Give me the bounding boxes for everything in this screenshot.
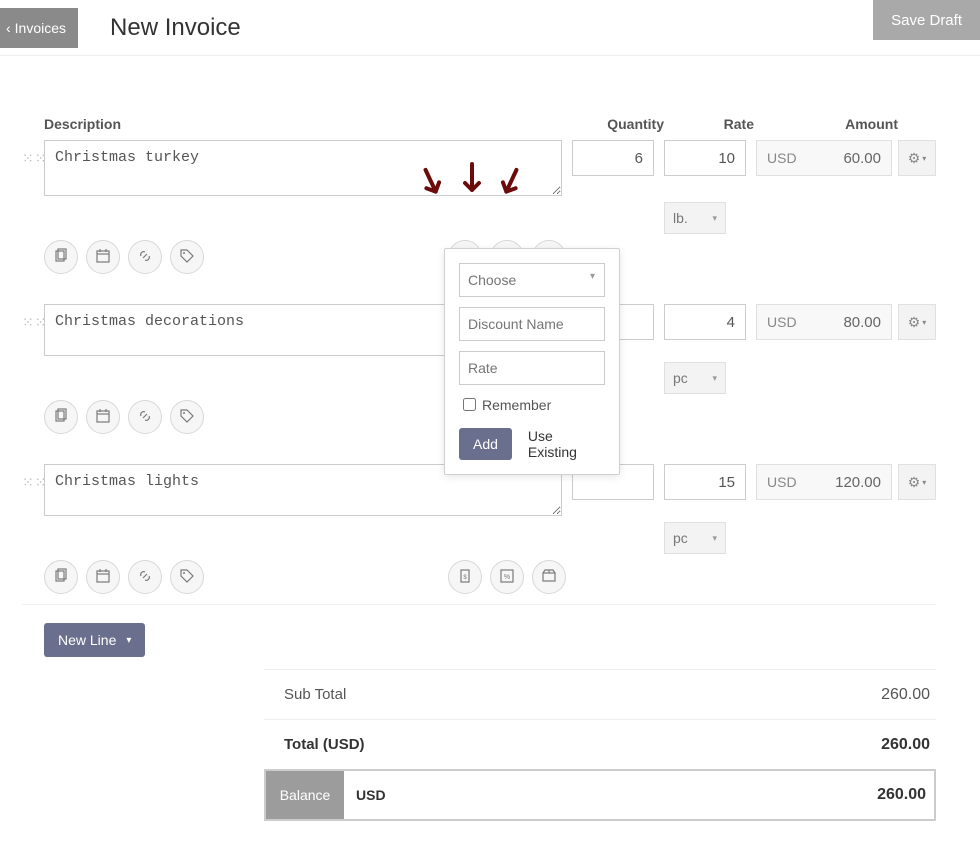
discount-button[interactable]: % bbox=[490, 560, 524, 594]
new-line-button[interactable]: New Line ▾ bbox=[44, 623, 145, 657]
receipt-icon: $ bbox=[457, 568, 473, 587]
currency-label: USD bbox=[767, 314, 797, 330]
total-value: 260.00 bbox=[881, 736, 930, 754]
caret-down-icon: ▾ bbox=[712, 213, 717, 224]
duplicate-line-button[interactable] bbox=[44, 240, 78, 274]
date-button[interactable] bbox=[86, 240, 120, 274]
caret-down-icon: ▾ bbox=[922, 318, 926, 327]
unit-select[interactable]: lb. ▾ bbox=[664, 202, 726, 234]
copy-icon bbox=[53, 568, 69, 587]
tag-icon bbox=[179, 408, 195, 427]
discount-popover: ▾ Remember Add Use Existing bbox=[444, 248, 620, 475]
col-header-quantity: Quantity bbox=[582, 116, 664, 132]
annotation-arrow-icon bbox=[460, 162, 484, 206]
subtotal-value: 260.00 bbox=[881, 686, 930, 704]
calendar-icon bbox=[95, 248, 111, 267]
copy-icon bbox=[53, 408, 69, 427]
svg-text:$: $ bbox=[463, 575, 467, 581]
tag-button[interactable] bbox=[170, 240, 204, 274]
duplicate-line-button[interactable] bbox=[44, 400, 78, 434]
description-input[interactable] bbox=[44, 140, 562, 196]
unit-select[interactable]: pc ▾ bbox=[664, 362, 726, 394]
back-invoices-button[interactable]: ‹ Invoices bbox=[0, 8, 78, 48]
back-label: Invoices bbox=[15, 20, 66, 36]
caret-down-icon: ▾ bbox=[590, 271, 595, 282]
box-icon bbox=[541, 568, 557, 587]
total-label: Total (USD) bbox=[284, 736, 881, 753]
gear-icon: ⚙ bbox=[908, 314, 921, 331]
unit-select[interactable]: pc ▾ bbox=[664, 522, 726, 554]
drag-handle-icon[interactable]: ⁙⁙ bbox=[22, 304, 44, 331]
tag-button[interactable] bbox=[170, 560, 204, 594]
svg-text:%: % bbox=[504, 574, 510, 581]
col-header-description: Description bbox=[44, 116, 582, 132]
discount-name-input[interactable] bbox=[459, 307, 605, 341]
balance-label: Balance bbox=[266, 771, 344, 819]
currency-label: USD bbox=[767, 474, 797, 490]
date-button[interactable] bbox=[86, 560, 120, 594]
discount-rate-input[interactable] bbox=[459, 351, 605, 385]
duplicate-line-button[interactable] bbox=[44, 560, 78, 594]
rate-input[interactable] bbox=[664, 140, 746, 176]
calendar-icon bbox=[95, 408, 111, 427]
caret-down-icon: ▾ bbox=[712, 533, 717, 544]
balance-currency: USD bbox=[356, 787, 386, 803]
link-button[interactable] bbox=[128, 560, 162, 594]
discount-choose-select[interactable] bbox=[459, 263, 605, 297]
remember-checkbox-label[interactable]: Remember bbox=[459, 395, 605, 414]
chevron-left-icon: ‹ bbox=[6, 20, 11, 36]
currency-label: USD bbox=[767, 150, 797, 166]
line-settings-button[interactable]: ⚙▾ bbox=[898, 140, 936, 176]
amount-value: 120.00 bbox=[835, 474, 881, 491]
link-icon bbox=[137, 568, 153, 587]
tag-button[interactable] bbox=[170, 400, 204, 434]
link-icon bbox=[137, 408, 153, 427]
date-button[interactable] bbox=[86, 400, 120, 434]
line-settings-button[interactable]: ⚙▾ bbox=[898, 464, 936, 500]
amount-display: USD 120.00 bbox=[756, 464, 892, 500]
rate-input[interactable] bbox=[664, 464, 746, 500]
discount-add-button[interactable]: Add bbox=[459, 428, 512, 460]
unit-value: lb. bbox=[673, 210, 688, 226]
amount-value: 80.00 bbox=[843, 314, 881, 331]
balance-row: Balance USD 260.00 bbox=[264, 769, 936, 821]
amount-display: USD 60.00 bbox=[756, 140, 892, 176]
subtotal-label: Sub Total bbox=[284, 686, 881, 703]
quantity-input[interactable] bbox=[572, 140, 654, 176]
shipping-button[interactable] bbox=[532, 560, 566, 594]
caret-down-icon: ▾ bbox=[922, 478, 926, 487]
unit-value: pc bbox=[673, 530, 688, 546]
link-button[interactable] bbox=[128, 240, 162, 274]
gear-icon: ⚙ bbox=[908, 150, 921, 167]
caret-down-icon: ▾ bbox=[126, 635, 131, 646]
drag-handle-icon[interactable]: ⁙⁙ bbox=[22, 140, 44, 167]
use-existing-link[interactable]: Use Existing bbox=[528, 428, 605, 460]
new-line-label: New Line bbox=[58, 632, 116, 648]
subtotal-button[interactable]: $ bbox=[448, 560, 482, 594]
col-header-rate: Rate bbox=[672, 116, 754, 132]
remember-checkbox[interactable] bbox=[463, 398, 476, 411]
gear-icon: ⚙ bbox=[908, 474, 921, 491]
percent-icon: % bbox=[499, 568, 515, 587]
amount-display: USD 80.00 bbox=[756, 304, 892, 340]
copy-icon bbox=[53, 248, 69, 267]
line-settings-button[interactable]: ⚙▾ bbox=[898, 304, 936, 340]
caret-down-icon: ▾ bbox=[712, 373, 717, 384]
link-icon bbox=[137, 248, 153, 267]
link-button[interactable] bbox=[128, 400, 162, 434]
balance-value: 260.00 bbox=[877, 786, 926, 804]
amount-value: 60.00 bbox=[843, 150, 881, 167]
caret-down-icon: ▾ bbox=[922, 154, 926, 163]
save-draft-button[interactable]: Save Draft bbox=[873, 0, 980, 40]
tag-icon bbox=[179, 248, 195, 267]
page-title: New Invoice bbox=[110, 14, 241, 42]
calendar-icon bbox=[95, 568, 111, 587]
drag-handle-icon[interactable]: ⁙⁙ bbox=[22, 464, 44, 491]
tag-icon bbox=[179, 568, 195, 587]
unit-value: pc bbox=[673, 370, 688, 386]
remember-text: Remember bbox=[482, 397, 551, 413]
col-header-amount: Amount bbox=[762, 116, 898, 132]
rate-input[interactable] bbox=[664, 304, 746, 340]
